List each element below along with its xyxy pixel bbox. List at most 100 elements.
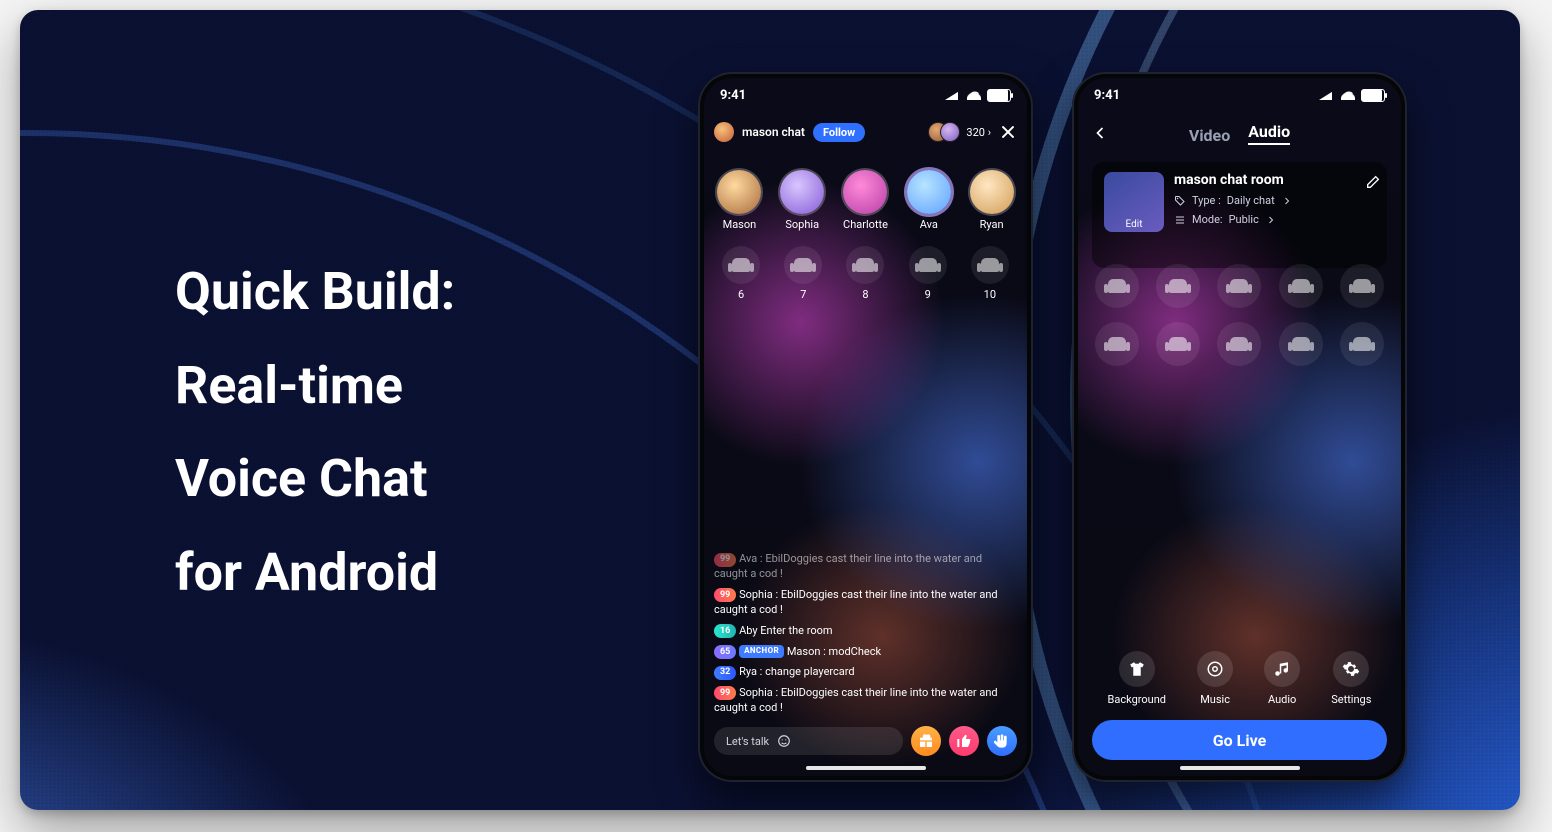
like-button[interactable] bbox=[949, 726, 979, 756]
control-music[interactable]: Music bbox=[1197, 651, 1233, 706]
follow-button[interactable]: Follow bbox=[813, 123, 865, 142]
seat[interactable] bbox=[1156, 264, 1200, 308]
seat[interactable] bbox=[1340, 264, 1384, 308]
control-label: Music bbox=[1200, 693, 1230, 706]
home-indicator bbox=[806, 766, 926, 770]
viewer-count-text: 320 › bbox=[966, 126, 991, 139]
close-icon[interactable] bbox=[999, 123, 1017, 141]
seat-icon bbox=[981, 258, 999, 272]
chat-input[interactable]: Let's talk bbox=[714, 727, 903, 755]
seat-icon bbox=[1108, 337, 1126, 351]
seat-icon bbox=[1169, 279, 1187, 293]
type-value: Daily chat bbox=[1227, 194, 1275, 207]
room-info-card: Edit mason chat room Type : Daily chat M… bbox=[1092, 162, 1387, 268]
gift-button[interactable] bbox=[911, 726, 941, 756]
seat[interactable] bbox=[1095, 264, 1139, 308]
seat-icon bbox=[1108, 279, 1126, 293]
chat-message: 65 ANCHOR Mason : modCheck bbox=[714, 645, 1017, 660]
participant[interactable]: Mason bbox=[717, 170, 761, 231]
room-cover[interactable]: Edit bbox=[1104, 172, 1164, 232]
chat-text: Mason : modCheck bbox=[787, 645, 881, 658]
bottom-bar: Let's talk bbox=[714, 724, 1017, 758]
go-live-button[interactable]: Go Live bbox=[1092, 720, 1387, 760]
seat-icon bbox=[919, 258, 937, 272]
back-button[interactable] bbox=[1090, 123, 1110, 143]
seat[interactable]: 9 bbox=[909, 246, 947, 301]
status-bar: 9:41 bbox=[704, 78, 1027, 112]
host-avatar[interactable] bbox=[714, 122, 734, 142]
raise-hand-button[interactable] bbox=[987, 726, 1017, 756]
edit-title-button[interactable] bbox=[1365, 174, 1381, 190]
tag-icon bbox=[1174, 195, 1186, 207]
level-badge: 99 bbox=[714, 588, 736, 602]
avatar bbox=[970, 170, 1014, 214]
hero-card: Quick Build: Real-time Voice Chat for An… bbox=[20, 10, 1520, 810]
chat-text: Sophia : EbilDoggies cast their line int… bbox=[714, 686, 998, 714]
room-type-row[interactable]: Type : Daily chat bbox=[1174, 194, 1375, 207]
participant-name: Ryan bbox=[980, 218, 1004, 231]
level-badge: 32 bbox=[714, 666, 736, 680]
tab-audio[interactable]: Audio bbox=[1248, 122, 1290, 145]
emoji-icon bbox=[777, 734, 791, 748]
seat[interactable] bbox=[1279, 322, 1323, 366]
seat[interactable]: 10 bbox=[971, 246, 1009, 301]
chat-text: Aby Enter the room bbox=[739, 624, 832, 637]
seat[interactable]: 8 bbox=[846, 246, 884, 301]
pencil-icon bbox=[1365, 174, 1381, 190]
avatar bbox=[843, 170, 887, 214]
status-bar: 9:41 bbox=[1078, 78, 1401, 112]
hero-title: Quick Build: Real-time Voice Chat for An… bbox=[175, 245, 455, 619]
chat-input-placeholder: Let's talk bbox=[726, 735, 769, 748]
control-background[interactable]: Background bbox=[1108, 651, 1166, 706]
seat-number: 9 bbox=[925, 288, 931, 301]
participant[interactable]: Sophia bbox=[780, 170, 824, 231]
status-right bbox=[1319, 89, 1385, 102]
seat-number: 7 bbox=[800, 288, 806, 301]
viewer-avatar bbox=[940, 122, 960, 142]
tab-video[interactable]: Video bbox=[1189, 126, 1230, 145]
chat-message: 16 Aby Enter the room bbox=[714, 624, 1017, 639]
title-line-3: Voice Chat bbox=[175, 432, 455, 526]
status-right bbox=[945, 89, 1011, 102]
seat[interactable]: 6 bbox=[722, 246, 760, 301]
seat[interactable] bbox=[1217, 264, 1261, 308]
participant[interactable]: Ava bbox=[907, 170, 951, 231]
control-audio[interactable]: Audio bbox=[1264, 651, 1300, 706]
room-title: mason chat room bbox=[1174, 172, 1375, 188]
seat[interactable] bbox=[1095, 322, 1139, 366]
seat[interactable] bbox=[1217, 322, 1261, 366]
chat-feed: 99 Ava : EbilDoggies cast their line int… bbox=[714, 458, 1017, 716]
seat[interactable] bbox=[1340, 322, 1384, 366]
viewer-count[interactable]: 320 › bbox=[936, 122, 991, 142]
status-time: 9:41 bbox=[720, 88, 746, 103]
battery-icon bbox=[1361, 89, 1385, 102]
seat[interactable] bbox=[1156, 322, 1200, 366]
seat-icon bbox=[1292, 337, 1310, 351]
chat-text: Sophia : EbilDoggies cast their line int… bbox=[714, 588, 998, 616]
avatar bbox=[907, 170, 951, 214]
control-settings[interactable]: Settings bbox=[1331, 651, 1371, 706]
chat-text: Ava : EbilDoggies cast their line into t… bbox=[714, 552, 982, 580]
participant-name: Sophia bbox=[785, 218, 819, 231]
room-name: mason chat bbox=[742, 125, 805, 139]
title-line-2: Real-time bbox=[175, 339, 455, 433]
phone-live-room: 9:41 mason chat Follow 320 › bbox=[698, 72, 1033, 782]
wifi-icon bbox=[967, 90, 981, 100]
tshirt-icon bbox=[1128, 660, 1146, 678]
level-badge: 16 bbox=[714, 624, 736, 638]
seat-number: 6 bbox=[738, 288, 744, 301]
seat-icon bbox=[1230, 337, 1248, 351]
control-label: Background bbox=[1108, 693, 1166, 706]
header: Video Audio bbox=[1090, 118, 1389, 148]
empty-seats-row: 6 7 8 9 10 bbox=[710, 246, 1021, 301]
participant[interactable]: Ryan bbox=[970, 170, 1014, 231]
room-mode-row[interactable]: Mode: Public bbox=[1174, 213, 1375, 226]
disc-icon bbox=[1206, 660, 1224, 678]
anchor-tag: ANCHOR bbox=[739, 645, 784, 658]
participant-name: Charlotte bbox=[843, 218, 888, 231]
participant[interactable]: Charlotte bbox=[843, 170, 888, 231]
seat[interactable]: 7 bbox=[784, 246, 822, 301]
title-line-4: for Android bbox=[175, 526, 455, 620]
seat[interactable] bbox=[1279, 264, 1323, 308]
note-icon bbox=[1273, 660, 1291, 678]
